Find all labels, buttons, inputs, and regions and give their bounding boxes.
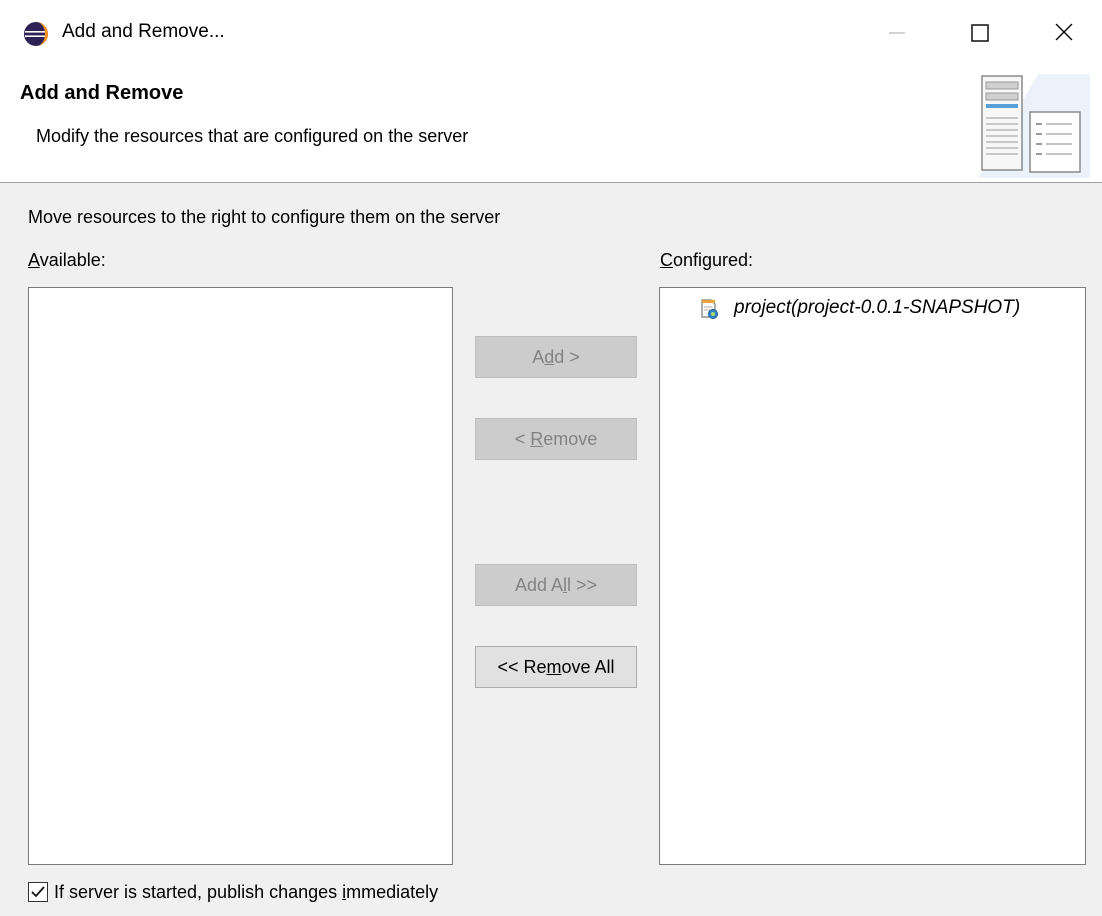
available-label-rest: vailable: — [39, 250, 106, 270]
maximize-button[interactable] — [952, 0, 1010, 64]
available-list[interactable] — [28, 287, 453, 865]
publish-label-post: mmediately — [346, 882, 439, 902]
close-button[interactable] — [1036, 0, 1094, 64]
publish-checkbox[interactable] — [28, 882, 48, 902]
banner-description: Modify the resources that are configured… — [36, 126, 469, 146]
remove-all-button-post: ove All — [561, 657, 615, 677]
remove-all-button-mnemonic: m — [546, 657, 562, 677]
add-all-button-post: l >> — [567, 575, 598, 595]
maximize-icon — [971, 24, 989, 42]
eclipse-icon — [22, 20, 50, 48]
checkmark-icon — [31, 886, 45, 898]
instructions-text: Move resources to the right to configure… — [28, 207, 501, 227]
remove-all-button-pre: << Re — [497, 657, 547, 677]
add-button-mnemonic: d — [544, 347, 555, 367]
remove-all-button[interactable]: << Remove All — [475, 646, 637, 688]
add-button-post: d > — [554, 347, 580, 367]
title-bar: Add and Remove... — [0, 0, 1102, 64]
add-button[interactable]: Add > — [475, 336, 637, 378]
minimize-button[interactable] — [868, 0, 926, 64]
publish-label: If server is started, publish changes im… — [54, 882, 438, 903]
web-module-icon — [701, 299, 718, 319]
configured-label-mnemonic: C — [660, 250, 673, 270]
banner-title: Add and Remove — [20, 82, 184, 104]
add-all-button[interactable]: Add All >> — [475, 564, 637, 606]
window-title: Add and Remove... — [62, 21, 225, 42]
remove-button[interactable]: < Remove — [475, 418, 637, 460]
publish-label-pre: If server is started, publish changes — [54, 882, 343, 902]
remove-button-mnemonic: R — [530, 429, 544, 449]
configured-item-label: project(project-0.0.1-SNAPSHOT) — [734, 297, 1021, 318]
close-icon — [1055, 23, 1073, 41]
remove-button-post: emove — [543, 429, 598, 449]
wizard-banner: Add and Remove Modify the resources that… — [0, 64, 1102, 183]
available-label: Available: — [28, 250, 106, 271]
server-resources-icon — [978, 74, 1090, 178]
configured-list[interactable]: project(project-0.0.1-SNAPSHOT) — [659, 287, 1086, 865]
remove-button-pre: < — [514, 429, 531, 449]
available-label-mnemonic: A — [28, 250, 40, 270]
configured-label-rest: onfigured: — [673, 250, 754, 270]
minimize-icon — [889, 32, 905, 34]
configured-label: Configured: — [660, 250, 753, 271]
add-button-pre: A — [532, 347, 545, 367]
add-all-button-pre: Add A — [514, 575, 563, 595]
